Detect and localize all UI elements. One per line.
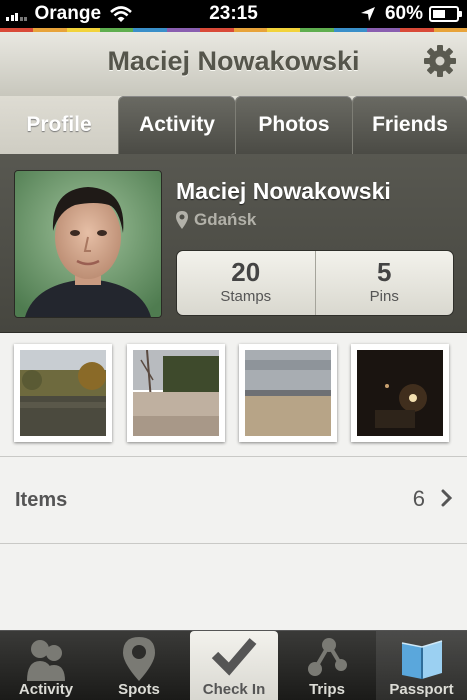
stat-stamps[interactable]: 20 Stamps — [177, 251, 315, 315]
checkmark-icon — [211, 638, 257, 676]
items-row[interactable]: Items 6 — [0, 457, 467, 543]
tabbar-activity[interactable]: Activity — [0, 631, 92, 700]
passport-book-icon — [401, 640, 442, 679]
photo-thumbnail[interactable] — [127, 344, 225, 442]
gear-icon[interactable] — [423, 44, 457, 78]
tab-photos[interactable]: Photos — [235, 96, 352, 154]
map-pin-icon — [123, 637, 155, 681]
stats-box: 20 Stamps 5 Pins — [176, 250, 454, 316]
stat-stamps-value: 20 — [231, 257, 261, 287]
page-title: Maciej Nowakowski — [107, 46, 360, 76]
location-text: Gdańsk — [194, 210, 257, 229]
nav-header: Maciej Nowakowski — [0, 32, 467, 97]
items-count: 6 — [412, 486, 425, 511]
bottom-tab-bar: Activity Spots Check In Trips Passport — [0, 630, 467, 700]
stat-pins-label: Pins — [369, 288, 399, 305]
tabbar-passport[interactable]: Passport — [376, 631, 467, 700]
divider — [0, 543, 467, 544]
stat-pins-value: 5 — [377, 257, 392, 287]
stat-pins[interactable]: 5 Pins — [314, 251, 454, 315]
tab-activity[interactable]: Activity — [118, 96, 235, 154]
battery-percent: 60% — [384, 3, 423, 24]
photo-thumbnail[interactable] — [351, 344, 449, 442]
photo-thumbnail[interactable] — [14, 344, 112, 442]
tabbar-trips[interactable]: Trips — [282, 631, 372, 700]
profile-location: Gdańsk — [176, 210, 256, 230]
tabbar-spots[interactable]: Spots — [92, 631, 186, 700]
profile-tabs: Profile Activity Photos Friends — [0, 96, 467, 154]
tabbar-passport-label: Passport — [389, 681, 454, 698]
location-arrow-icon — [360, 7, 375, 21]
battery-icon — [429, 6, 462, 22]
app-screen: Orange 23:15 60% Maciej Nowakowski Profi… — [0, 0, 467, 700]
photo-thumbnail[interactable] — [239, 344, 337, 442]
tabbar-trips-label: Trips — [309, 681, 345, 698]
route-icon — [308, 638, 347, 676]
people-icon — [27, 640, 65, 681]
photo-strip — [0, 333, 467, 455]
tabbar-activity-label: Activity — [18, 681, 74, 698]
avatar[interactable] — [14, 170, 162, 318]
tab-friends[interactable]: Friends — [352, 96, 467, 154]
map-pin-icon — [176, 211, 188, 229]
profile-name: Maciej Nowakowski — [176, 178, 391, 204]
tabbar-check-in[interactable]: Check In — [190, 631, 278, 700]
profile-panel: Maciej Nowakowski Gdańsk 20 Stamps 5 Pin… — [0, 154, 467, 333]
chevron-right-icon — [441, 489, 453, 507]
tab-profile[interactable]: Profile — [0, 96, 118, 154]
tabbar-spots-label: Spots — [118, 681, 160, 698]
tabbar-check-in-label: Check In — [202, 681, 266, 698]
status-bar: Orange 23:15 60% — [0, 0, 467, 28]
items-label: Items — [15, 489, 68, 511]
stat-stamps-label: Stamps — [220, 288, 272, 305]
